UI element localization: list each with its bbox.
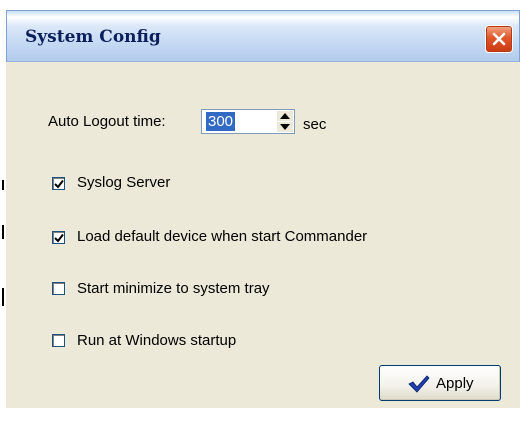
close-icon	[492, 32, 506, 46]
checkmark-icon	[408, 375, 430, 393]
apply-label: Apply	[436, 375, 474, 392]
checkmark-icon	[54, 179, 64, 189]
background-mark	[2, 225, 4, 239]
auto-logout-spinner[interactable]: 300	[201, 109, 295, 134]
syslog-server-label[interactable]: Syslog Server	[77, 174, 170, 191]
background-mark	[2, 288, 4, 306]
dialog-body: Auto Logout time: 300 sec Syslog Server	[6, 62, 520, 408]
auto-logout-value[interactable]: 300	[206, 112, 236, 131]
dialog-title: System Config	[25, 27, 161, 47]
auto-logout-label: Auto Logout time:	[48, 113, 166, 130]
spin-down-button[interactable]	[277, 122, 293, 132]
load-default-device-checkbox[interactable]	[52, 231, 65, 244]
start-minimized-checkbox[interactable]	[52, 282, 65, 295]
auto-logout-unit: sec	[303, 116, 327, 133]
title-bar[interactable]: System Config	[6, 10, 520, 62]
spin-buttons	[277, 111, 293, 132]
start-minimized-label[interactable]: Start minimize to system tray	[77, 280, 270, 297]
spin-up-icon	[280, 113, 290, 119]
checkmark-icon	[54, 233, 64, 243]
syslog-server-checkbox[interactable]	[52, 177, 65, 190]
close-button[interactable]	[485, 25, 513, 53]
apply-button[interactable]: Apply	[379, 365, 501, 401]
background-mark	[2, 180, 4, 190]
run-at-startup-label[interactable]: Run at Windows startup	[77, 332, 236, 349]
load-default-device-label[interactable]: Load default device when start Commander	[77, 228, 367, 245]
spin-down-icon	[280, 124, 290, 130]
run-at-startup-checkbox[interactable]	[52, 334, 65, 347]
spin-up-button[interactable]	[277, 111, 293, 121]
